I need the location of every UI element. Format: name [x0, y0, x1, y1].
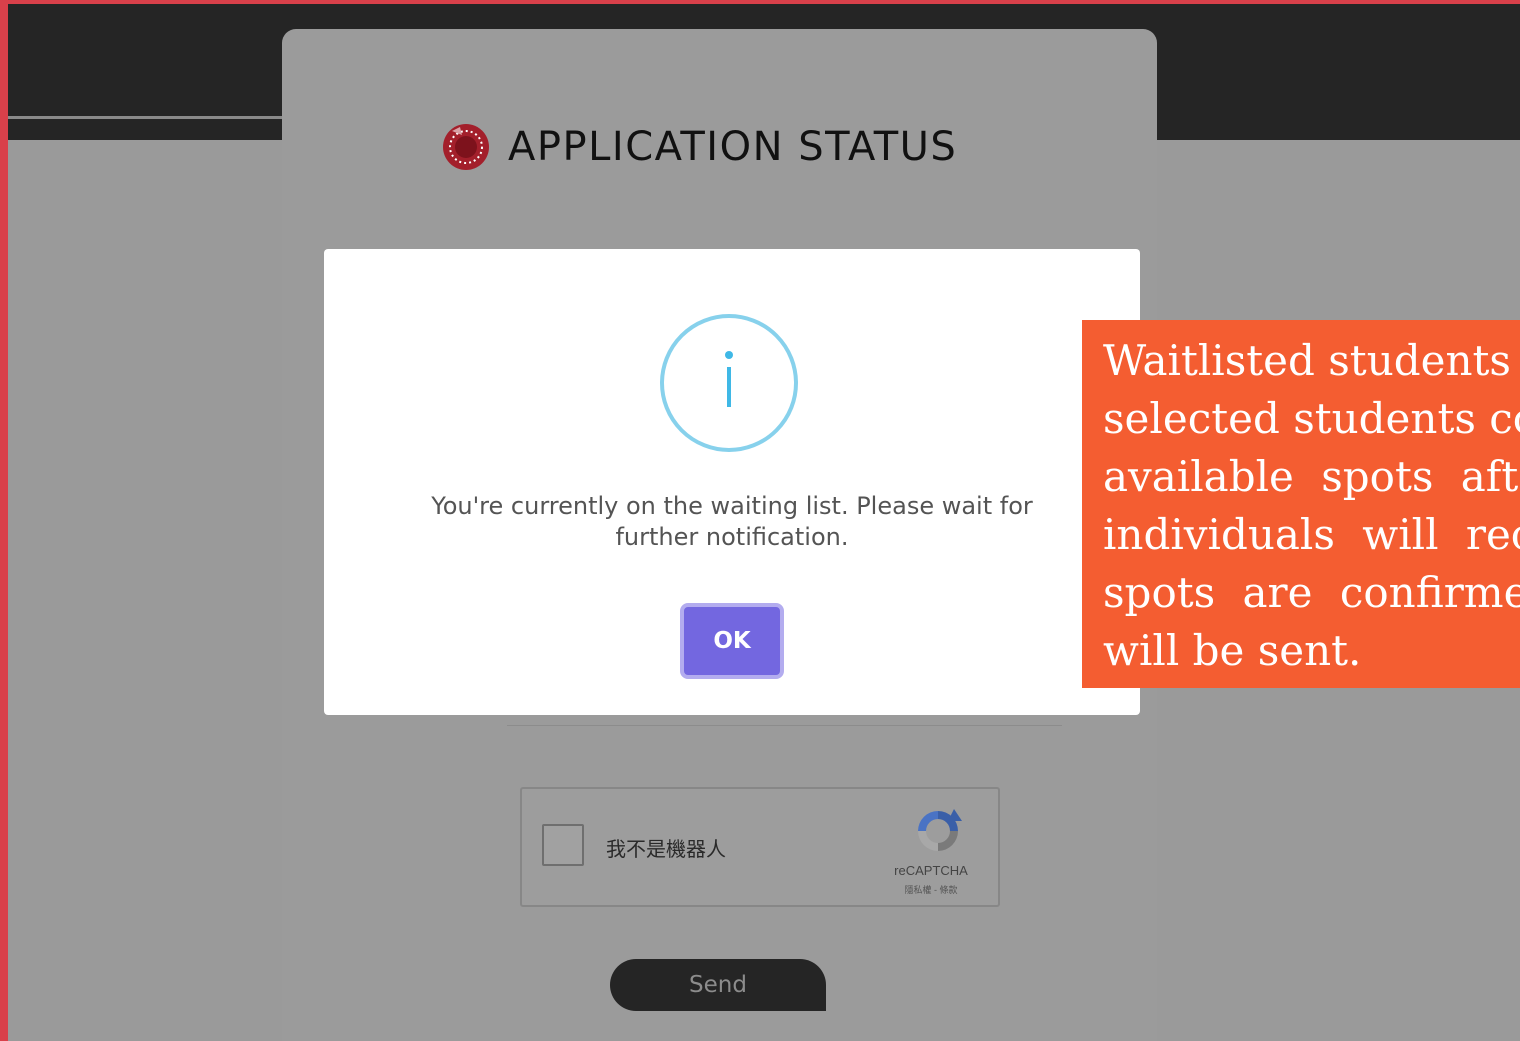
callout-text: Waitlisted students selected students co… — [1103, 332, 1520, 680]
ok-button[interactable]: OK — [680, 603, 784, 679]
recaptcha-label: 我不是機器人 — [606, 837, 726, 861]
recaptcha-widget: 我不是機器人 reCAPTCHA 隱私權 - 條款 — [520, 787, 1000, 907]
modal-message: You're currently on the waiting list. Pl… — [431, 492, 1033, 551]
screenshot-frame: APPLICATION STATUS 我不是機器人 reCAPTCHA 隱私權 … — [0, 0, 1520, 1041]
waiting-list-modal: You're currently on the waiting list. Pl… — [324, 249, 1140, 715]
page-title-text: APPLICATION STATUS — [508, 124, 958, 170]
callout-line: will be sent. — [1103, 626, 1362, 675]
callout-line: spots are confirmed — [1103, 568, 1520, 617]
recaptcha-logo-icon — [918, 809, 962, 851]
recaptcha-checkbox[interactable] — [542, 824, 584, 866]
recaptcha-privacy-terms-link[interactable]: 隱私權 - 條款 — [872, 883, 990, 896]
page-title: APPLICATION STATUS — [442, 123, 957, 171]
callout-line: available spots after — [1103, 452, 1520, 501]
send-button[interactable]: Send — [610, 959, 826, 1011]
callout-line: Waitlisted students — [1103, 336, 1511, 385]
info-icon — [660, 314, 798, 452]
recaptcha-brand-text: reCAPTCHA — [894, 863, 968, 878]
seal-logo-icon — [443, 124, 489, 170]
topbar-divider — [8, 116, 284, 119]
callout-line: selected students co — [1103, 394, 1520, 443]
callout-line: individuals will rec — [1103, 510, 1520, 559]
annotation-callout: Waitlisted students selected students co… — [1082, 320, 1520, 688]
